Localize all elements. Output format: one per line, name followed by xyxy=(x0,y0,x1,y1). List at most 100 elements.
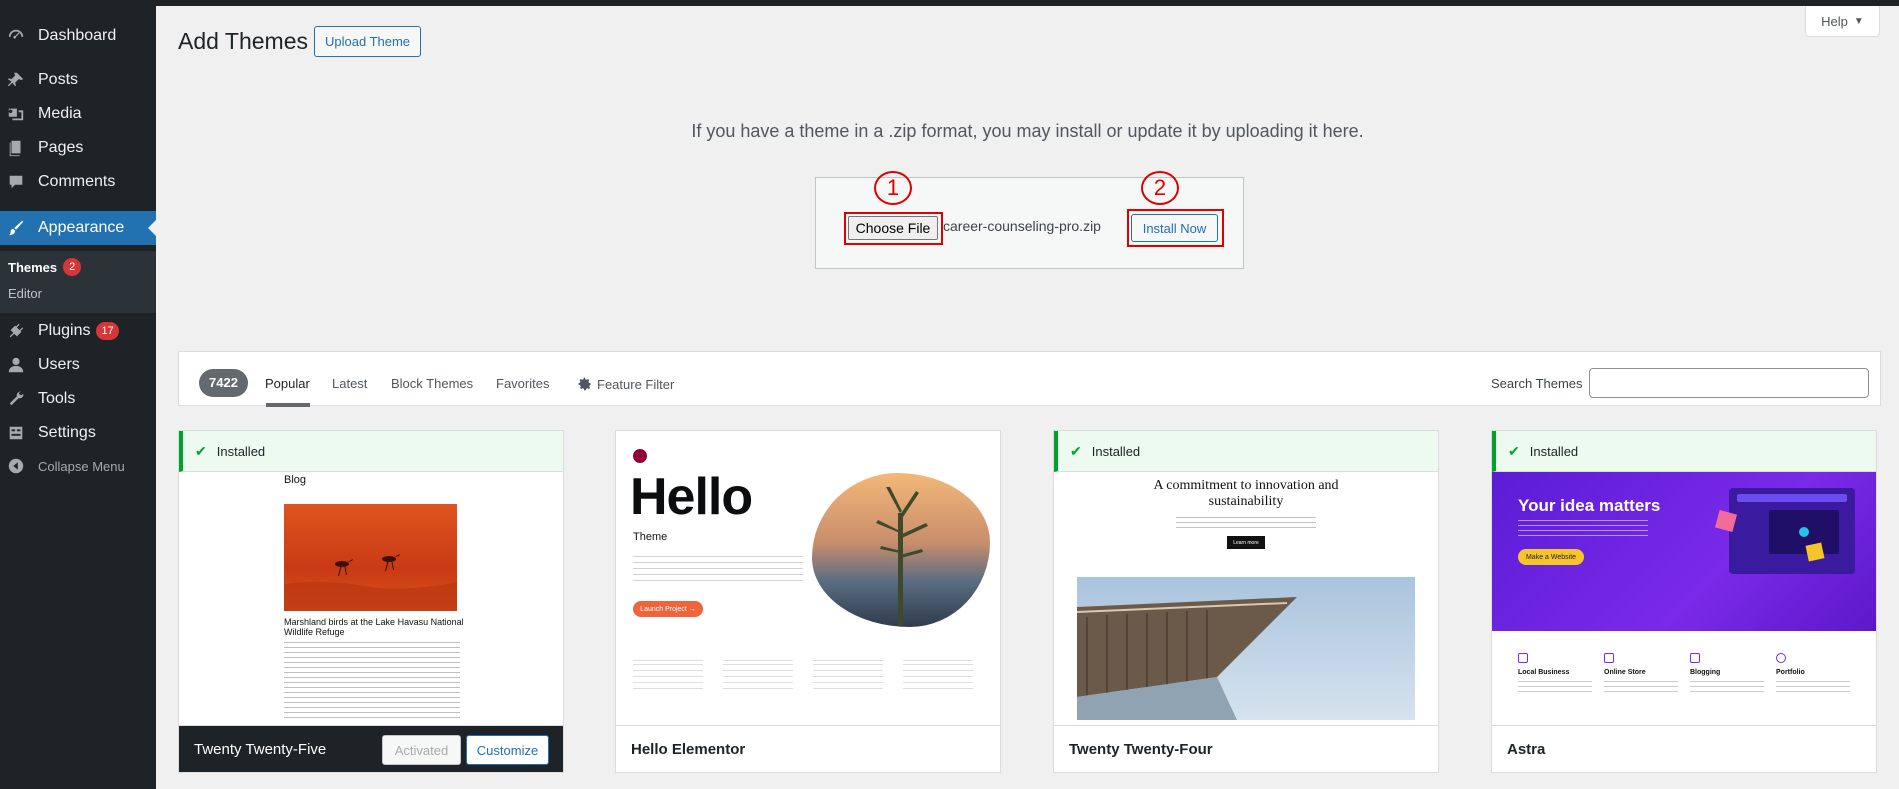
page-title: Add Themes xyxy=(178,28,308,54)
choose-file-button[interactable]: Choose File xyxy=(848,216,938,240)
sidebar-item-label: Comments xyxy=(38,173,116,190)
checkmark-icon: ✔ xyxy=(1508,442,1520,459)
help-label: Help xyxy=(1821,13,1848,29)
tab-popular[interactable]: Popular xyxy=(265,376,310,391)
preview-feature-label: Portfolio xyxy=(1776,669,1805,676)
sidebar-item-tools[interactable]: Tools xyxy=(0,382,156,416)
upload-theme-button[interactable]: Upload Theme xyxy=(314,26,422,57)
checkmark-icon: ✔ xyxy=(195,442,207,459)
sidebar-item-label: Tools xyxy=(38,390,76,407)
sidebar-item-media[interactable]: Media xyxy=(0,97,156,131)
install-now-button[interactable]: Install Now xyxy=(1131,214,1218,242)
active-tab-indicator xyxy=(266,403,310,407)
dashboard-icon xyxy=(6,26,26,46)
sidebar-item-settings[interactable]: Settings xyxy=(0,416,156,450)
sidebar-item-appearance[interactable]: Appearance xyxy=(0,211,156,245)
preview-heading: Your idea matters xyxy=(1518,496,1661,515)
installed-label: Installed xyxy=(1529,443,1579,459)
preview-heading: Blog xyxy=(284,474,307,486)
installed-label: Installed xyxy=(1091,443,1141,459)
sidebar-item-users[interactable]: Users xyxy=(0,348,156,382)
comments-icon xyxy=(6,172,26,192)
tab-block-themes[interactable]: Block Themes xyxy=(391,376,473,391)
activated-button: Activated xyxy=(382,735,461,765)
theme-screenshot[interactable]: A commitment to innovation and sustainab… xyxy=(1054,472,1438,720)
step-marker-2: 2 xyxy=(1141,171,1179,205)
theme-card-footer: Twenty Twenty-Four xyxy=(1054,725,1438,772)
preview-image xyxy=(812,473,990,627)
sidebar-item-label: Pages xyxy=(38,139,84,156)
theme-card-astra[interactable]: ✔ Installed Your idea matters Make a Web… xyxy=(1491,430,1877,773)
search-themes-label: Search Themes xyxy=(1491,376,1583,391)
collapse-menu-button[interactable]: Collapse Menu xyxy=(0,449,156,483)
theme-screenshot[interactable]: Your idea matters Make a Website Local B… xyxy=(1492,472,1876,720)
sidebar-item-dashboard[interactable]: Dashboard xyxy=(0,19,156,53)
theme-card-footer: Hello Elementor xyxy=(616,725,1000,772)
preview-feature-label: Online Store xyxy=(1604,669,1646,676)
preview-image xyxy=(1077,577,1415,720)
sidebar-item-pages[interactable]: Pages xyxy=(0,131,156,165)
theme-card-twenty-twenty-five[interactable]: ✔ Installed Blog Marshland birds at the … xyxy=(178,430,564,773)
preview-heading: Hello xyxy=(630,468,753,526)
preview-feature-row xyxy=(633,656,993,696)
customize-button[interactable]: Customize xyxy=(466,735,549,765)
tab-favorites[interactable]: Favorites xyxy=(496,376,549,391)
wrench-icon xyxy=(6,389,26,409)
update-count-badge: 2 xyxy=(63,258,82,276)
step-marker-1: 1 xyxy=(874,171,912,205)
update-count-badge: 17 xyxy=(96,322,119,340)
preview-illustration xyxy=(1805,542,1825,562)
theme-card-twenty-twenty-four[interactable]: ✔ Installed A commitment to innovation a… xyxy=(1053,430,1439,773)
sidebar-item-plugins[interactable]: Plugins 17 xyxy=(0,314,156,348)
theme-card-hello-elementor[interactable]: Hello Theme Launch Project → Hello Eleme… xyxy=(615,430,1001,773)
caret-down-icon: ▼ xyxy=(1853,15,1864,27)
gear-icon xyxy=(577,376,593,392)
pages-icon xyxy=(6,138,26,158)
admin-sidebar: Dashboard Posts Media Pages Comments App… xyxy=(0,0,156,789)
theme-screenshot[interactable]: Blog Marshland birds at the Lake Havasu … xyxy=(179,472,563,720)
preview-feature-label: Local Business xyxy=(1518,669,1570,676)
preview-subheading: Theme xyxy=(633,531,668,543)
installed-notice: ✔ Installed xyxy=(1492,431,1876,472)
help-button[interactable]: Help ▼ xyxy=(1805,6,1880,37)
submenu-item-editor[interactable]: Editor xyxy=(8,286,42,301)
sidebar-item-label: Dashboard xyxy=(38,27,117,44)
tab-latest[interactable]: Latest xyxy=(332,376,367,391)
plugin-icon xyxy=(6,321,26,341)
sidebar-item-posts[interactable]: Posts xyxy=(0,63,156,97)
upload-instruction: If you have a theme in a .zip format, yo… xyxy=(691,121,1364,141)
media-icon xyxy=(6,104,26,124)
sidebar-item-label: Posts xyxy=(38,71,79,88)
pin-icon xyxy=(6,70,26,90)
theme-name: Hello Elementor xyxy=(631,740,746,758)
submenu-item-label: Editor xyxy=(8,286,42,301)
selected-file-name: career-counseling-pro.zip xyxy=(943,218,1101,234)
settings-icon xyxy=(6,423,26,443)
theme-card-footer: Twenty Twenty-Five Activated Customize xyxy=(179,725,563,772)
preview-button: Learn more xyxy=(1227,536,1265,549)
preview-body-text xyxy=(284,642,460,718)
theme-filter-bar: 7422 Popular Latest Block Themes Favorit… xyxy=(178,351,1881,407)
theme-screenshot[interactable]: Hello Theme Launch Project → xyxy=(616,431,1000,720)
theme-name: Astra xyxy=(1507,740,1546,758)
main-content: Add Themes Upload Theme Help ▼ If you ha… xyxy=(156,6,1899,789)
feature-filter-button[interactable]: Feature Filter xyxy=(577,376,674,392)
sidebar-item-label: Plugins xyxy=(38,322,91,339)
sidebar-item-label: Collapse Menu xyxy=(38,458,125,474)
preview-features: Local Business Online Store Blogging Por… xyxy=(1492,631,1876,720)
sidebar-item-comments[interactable]: Comments xyxy=(0,165,156,199)
preview-button: Make a Website xyxy=(1518,549,1584,565)
brush-icon xyxy=(6,218,26,238)
sidebar-item-label: Appearance xyxy=(38,219,125,236)
preview-body-text xyxy=(633,556,803,582)
elementor-logo xyxy=(633,449,647,463)
appearance-submenu: Themes 2 Editor xyxy=(0,251,156,313)
submenu-item-themes[interactable]: Themes 2 xyxy=(8,258,82,276)
preview-button: Launch Project → xyxy=(633,601,703,617)
search-themes-input[interactable] xyxy=(1589,368,1869,398)
preview-illustration xyxy=(1679,488,1855,574)
preview-image xyxy=(284,504,457,611)
checkmark-icon: ✔ xyxy=(1070,442,1082,459)
preview-body-text xyxy=(1518,520,1648,538)
submenu-item-label: Themes xyxy=(8,259,58,275)
